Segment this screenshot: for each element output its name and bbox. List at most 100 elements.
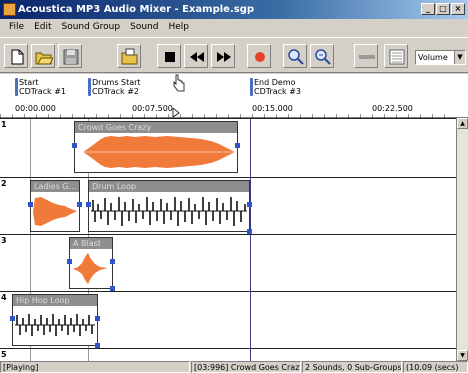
resize-handle[interactable] xyxy=(77,202,82,207)
resize-handle[interactable] xyxy=(247,229,252,234)
waveform-black xyxy=(15,314,95,336)
clip-drum-loop[interactable]: Drum Loop xyxy=(86,180,252,234)
record-icon xyxy=(255,52,265,62)
volume-label: Volume xyxy=(418,53,448,62)
resize-handle[interactable] xyxy=(110,286,115,291)
resize-handle[interactable] xyxy=(72,143,77,148)
status-summary: 2 Sounds, 0 Sub-Groups xyxy=(302,361,402,373)
clip-label: A Blast xyxy=(70,238,112,249)
zoom-in-button[interactable] xyxy=(283,44,307,68)
resize-handle[interactable] xyxy=(67,259,72,264)
stop-button[interactable] xyxy=(157,44,181,68)
track-number: 2 xyxy=(1,179,7,188)
playhead-marker-icon xyxy=(172,108,180,118)
marker-flag-icon xyxy=(250,78,253,96)
minimize-button[interactable]: _ xyxy=(421,3,435,15)
rewind-icon xyxy=(190,52,204,62)
clip-label: Drum Loop xyxy=(89,181,249,192)
waveform-black xyxy=(91,197,247,226)
marker-flag-icon xyxy=(88,78,91,96)
track-number: 1 xyxy=(1,120,7,129)
clip-label: Hip Hop Loop xyxy=(13,295,97,306)
open-icon xyxy=(35,52,53,65)
volume-select[interactable]: Volume ▼ xyxy=(415,50,466,65)
resize-handle[interactable] xyxy=(95,316,100,321)
open-folder-icon xyxy=(121,48,138,65)
new-button[interactable] xyxy=(4,44,28,68)
menu-help[interactable]: Help xyxy=(163,19,194,36)
marker-title: End Demo xyxy=(254,78,296,87)
marker-flag-icon xyxy=(15,78,18,96)
hand-cursor-icon xyxy=(173,74,185,92)
toolbar: Volume ▼ xyxy=(0,37,468,73)
track-area[interactable]: 1 2 3 4 5 Crowd Goes Crazy Ladies G... D… xyxy=(0,118,456,361)
status-length: (10.09 (secs) xyxy=(403,361,468,373)
menu-edit[interactable]: Edit xyxy=(29,19,56,36)
menu-bar: File Edit Sound Group Sound Help xyxy=(0,19,468,36)
resize-handle[interactable] xyxy=(247,202,252,207)
menu-sound-group[interactable]: Sound Group xyxy=(57,19,126,36)
fast-forward-icon xyxy=(217,52,231,62)
marker-title: Drums Start xyxy=(92,78,141,87)
menu-sound[interactable]: Sound xyxy=(125,19,163,36)
clip-label: Ladies G... xyxy=(31,181,79,192)
resize-handle[interactable] xyxy=(86,202,91,207)
status-state-text: Playing xyxy=(6,363,36,372)
timecode: 00:22.500 xyxy=(372,104,413,113)
mixer-icon xyxy=(389,49,405,65)
scroll-down-icon[interactable]: ▼ xyxy=(457,350,468,361)
resize-handle[interactable] xyxy=(235,143,240,148)
resize-handle[interactable] xyxy=(95,343,100,348)
timecode: 00:00.000 xyxy=(15,104,56,113)
marker-ruler: Start CDTrack #1 Drums Start CDTrack #2 … xyxy=(0,74,468,118)
rewind-button[interactable] xyxy=(184,44,208,68)
track-number: 4 xyxy=(1,293,7,302)
waveform-orange xyxy=(83,136,235,168)
mixer-button[interactable] xyxy=(384,44,408,68)
marker-track: CDTrack #1 xyxy=(19,87,67,96)
clip-ladies[interactable]: Ladies G... xyxy=(28,180,82,232)
status-length-text: 10.09 (secs) xyxy=(409,363,459,372)
chevron-down-icon[interactable]: ▼ xyxy=(454,51,465,64)
track-row[interactable]: 5 xyxy=(0,348,456,361)
marker-start[interactable]: Start CDTrack #1 xyxy=(15,78,66,96)
resize-handle[interactable] xyxy=(110,259,115,264)
status-bar: [Playing] [03:996] Crowd Goes Crazy 2 So… xyxy=(0,361,468,373)
vertical-scrollbar[interactable]: ▲ ▼ xyxy=(456,118,468,361)
bar-icon xyxy=(359,55,375,59)
clip-label: Crowd Goes Crazy xyxy=(75,122,237,133)
marker-drums-start[interactable]: Drums Start CDTrack #2 xyxy=(88,78,141,96)
zoom-in-icon xyxy=(288,49,304,65)
new-icon xyxy=(11,49,24,65)
resize-handle[interactable] xyxy=(10,316,15,321)
app-logo-icon xyxy=(3,3,16,16)
marker-track: CDTrack #3 xyxy=(254,87,302,96)
zoom-out-icon xyxy=(315,49,331,65)
track-number: 5 xyxy=(1,350,7,359)
waveform-orange xyxy=(33,197,77,226)
zoom-out-button[interactable] xyxy=(310,44,334,68)
close-button[interactable]: × xyxy=(451,3,465,15)
scroll-up-icon[interactable]: ▲ xyxy=(457,118,468,129)
bar-button[interactable] xyxy=(354,44,378,68)
marker-title: Start xyxy=(19,78,39,87)
maximize-button[interactable]: □ xyxy=(436,3,450,15)
clip-a-blast[interactable]: A Blast xyxy=(67,237,115,291)
status-state: [Playing] xyxy=(0,361,190,373)
window-title: Acoustica MP3 Audio Mixer - Example.sgp xyxy=(18,4,255,15)
resize-handle[interactable] xyxy=(28,202,33,207)
app-window: Acoustica MP3 Audio Mixer - Example.sgp … xyxy=(0,0,468,373)
waveform-orange xyxy=(73,253,108,284)
save-button[interactable] xyxy=(58,44,82,68)
timecode: 00:07.500 xyxy=(132,104,173,113)
open-folder-button[interactable] xyxy=(117,44,141,68)
menu-file[interactable]: File xyxy=(4,19,29,36)
stop-icon xyxy=(165,52,175,62)
marker-track: CDTrack #2 xyxy=(92,87,140,96)
fast-forward-button[interactable] xyxy=(211,44,235,68)
marker-end-demo[interactable]: End Demo CDTrack #3 xyxy=(250,78,301,96)
clip-hip-hop-loop[interactable]: Hip Hop Loop xyxy=(10,294,100,348)
record-button[interactable] xyxy=(247,44,271,68)
open-button[interactable] xyxy=(31,44,55,68)
clip-crowd-goes-crazy[interactable]: Crowd Goes Crazy xyxy=(72,121,240,173)
